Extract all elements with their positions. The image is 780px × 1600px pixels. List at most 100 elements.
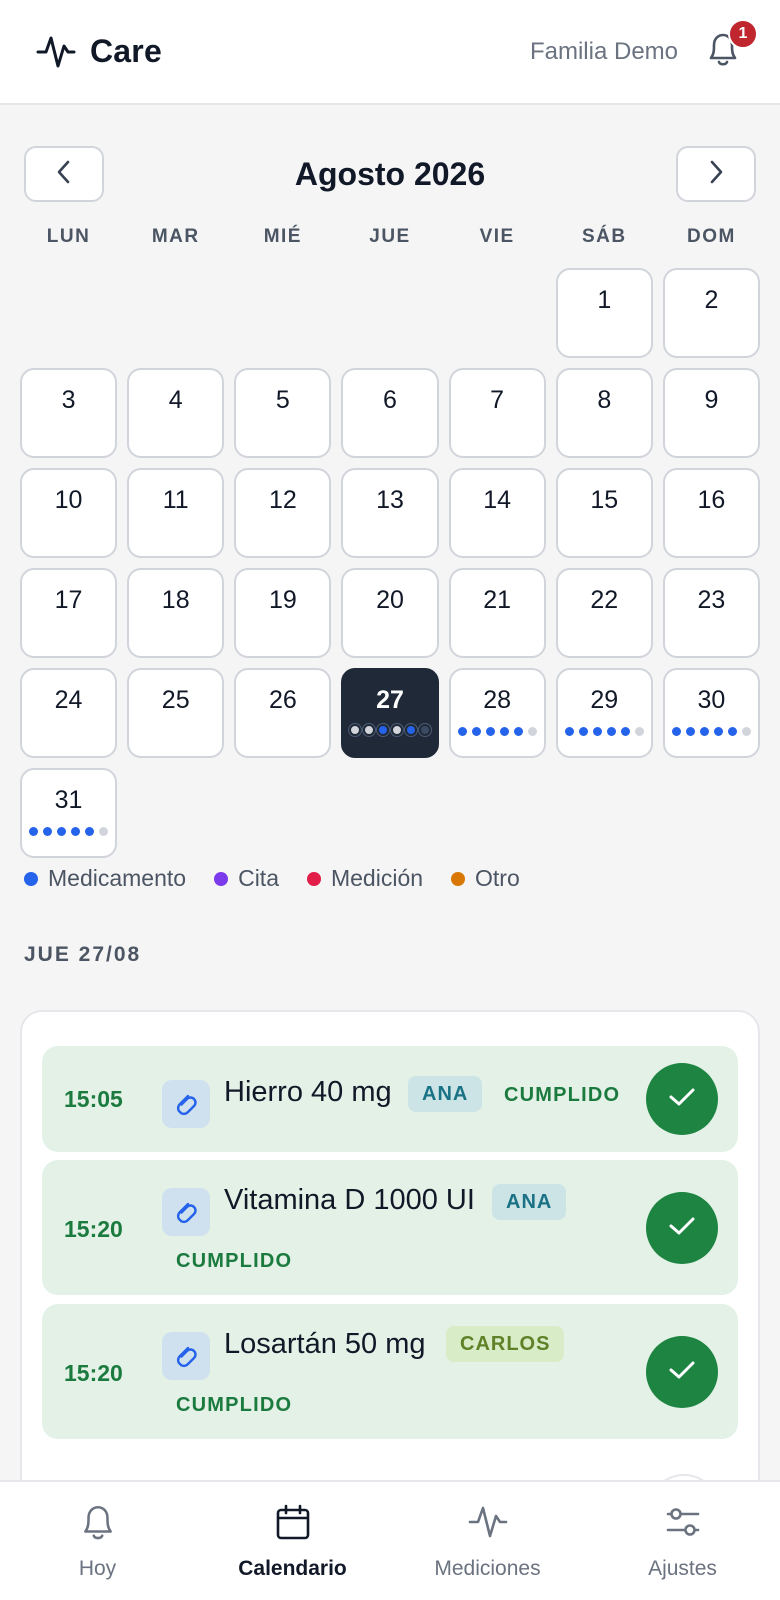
nav-mediciones[interactable]: Mediciones (390, 1482, 585, 1600)
legend-dot (451, 871, 466, 886)
event-dot (564, 727, 574, 736)
nav-hoy[interactable]: Hoy (0, 1482, 195, 1600)
weekday-label: MIÉ (263, 226, 302, 247)
app-header: Care Familia Demo 1 (0, 0, 780, 105)
day-number: 17 (54, 586, 83, 614)
event-status: CUMPLIDO (176, 1250, 293, 1272)
family-name[interactable]: Familia Demo (530, 38, 678, 66)
event-dots (451, 727, 544, 736)
check-icon (667, 1358, 697, 1387)
legend-label: Medición (330, 865, 424, 891)
calendar-day[interactable]: 13 (341, 468, 439, 558)
calendar-legend: Medicamento Cita Medición Otro (24, 865, 520, 892)
calendar-day[interactable]: 4 (127, 368, 225, 458)
calendar-day[interactable]: 9 (662, 368, 760, 458)
day-number: 20 (376, 586, 404, 614)
day-number: 6 (383, 386, 397, 414)
check-icon (667, 1214, 697, 1243)
legend-dot (24, 871, 38, 886)
complete-button[interactable] (646, 1336, 718, 1408)
pulse-icon (468, 1502, 508, 1547)
event-dots (558, 727, 651, 736)
event-dot (99, 827, 109, 836)
calendar-day[interactable]: 28 (448, 668, 546, 758)
event-dot (362, 724, 375, 736)
notification-badge: 1 (728, 18, 758, 49)
notifications-button[interactable]: 1 (702, 18, 758, 73)
legend-item: Medicamento (24, 865, 186, 892)
calendar-day[interactable]: 23 (662, 568, 760, 658)
event-dots (22, 827, 115, 836)
next-month-button[interactable] (676, 146, 756, 202)
event-dot (85, 827, 95, 836)
event-dot (29, 827, 39, 836)
selected-day-title: JUE 27/08 (24, 943, 142, 966)
calendar-day[interactable]: 26 (234, 668, 332, 758)
calendar-day[interactable]: 2 (662, 268, 760, 358)
event-dot (348, 724, 361, 736)
calendar-day[interactable]: 3 (20, 368, 118, 458)
event-dot (685, 727, 695, 736)
calendar-day[interactable]: 10 (20, 468, 118, 558)
nav-label: Mediciones (434, 1557, 541, 1580)
complete-button[interactable] (646, 1063, 718, 1135)
event-dot (418, 724, 431, 736)
day-number: 24 (54, 686, 83, 714)
calendar-day[interactable]: 21 (448, 568, 546, 658)
calendar-day[interactable]: 24 (20, 668, 118, 758)
calendar-day[interactable]: 14 (448, 468, 546, 558)
calendar-day[interactable]: 7 (448, 368, 546, 458)
complete-button[interactable] (646, 1192, 718, 1264)
weekday-label: LUN (46, 226, 91, 247)
chevron-left-icon (54, 159, 74, 190)
calendar-day[interactable]: 27 (341, 668, 439, 758)
calendar-day[interactable]: 15 (555, 468, 653, 558)
event-dot (741, 727, 751, 736)
legend-item: Medición (306, 865, 424, 892)
pill-icon (162, 1080, 210, 1128)
event-item[interactable]: 15:20 Vitamina D 1000 UI ANA CUMPLIDO (42, 1160, 738, 1295)
bell-icon (78, 1502, 118, 1547)
person-chip: CARLOS (446, 1326, 565, 1362)
calendar-day[interactable]: 20 (341, 568, 439, 658)
person-chip: ANA (492, 1184, 567, 1220)
legend-dot (214, 871, 229, 886)
event-item[interactable]: 15:05 Hierro 40 mg ANA CUMPLIDO (42, 1046, 738, 1152)
calendar-day[interactable]: 11 (127, 468, 225, 558)
day-number: 8 (597, 386, 612, 414)
calendar-day[interactable]: 29 (555, 668, 653, 758)
calendar-day[interactable]: 22 (555, 568, 653, 658)
calendar-day[interactable]: 31 (20, 768, 118, 858)
calendar-day[interactable]: 6 (341, 368, 439, 458)
legend-label: Cita (238, 865, 279, 891)
prev-month-button[interactable] (24, 146, 104, 202)
nav-calendario[interactable]: Calendario (195, 1482, 390, 1600)
sliders-icon (663, 1502, 703, 1547)
event-dot (71, 827, 81, 836)
calendar-day[interactable]: 8 (555, 368, 653, 458)
calendar-day[interactable]: 19 (234, 568, 332, 658)
calendar-day[interactable]: 5 (234, 368, 332, 458)
event-dot (713, 727, 723, 736)
event-dot (390, 724, 403, 736)
calendar-day[interactable]: 30 (662, 668, 760, 758)
day-number: 22 (590, 586, 619, 614)
day-number: 25 (161, 686, 190, 714)
event-dot (634, 727, 644, 736)
calendar-day[interactable]: 1 (555, 268, 653, 358)
day-number: 7 (490, 386, 505, 414)
legend-label: Otro (475, 865, 520, 891)
event-item[interactable]: 15:20 Losartán 50 mg CARLOS CUMPLIDO (42, 1304, 738, 1439)
calendar-day[interactable]: 12 (234, 468, 332, 558)
calendar-day[interactable]: 16 (662, 468, 760, 558)
calendar-day[interactable]: 25 (127, 668, 225, 758)
weekday-label: DOM (687, 226, 736, 247)
day-number: 19 (268, 586, 297, 614)
calendar-day[interactable]: 18 (127, 568, 225, 658)
day-number: 13 (376, 486, 404, 514)
day-number: 16 (697, 486, 726, 514)
event-dot (57, 827, 67, 836)
day-number: 27 (376, 686, 404, 714)
calendar-day[interactable]: 17 (20, 568, 118, 658)
nav-ajustes[interactable]: Ajustes (585, 1482, 780, 1600)
